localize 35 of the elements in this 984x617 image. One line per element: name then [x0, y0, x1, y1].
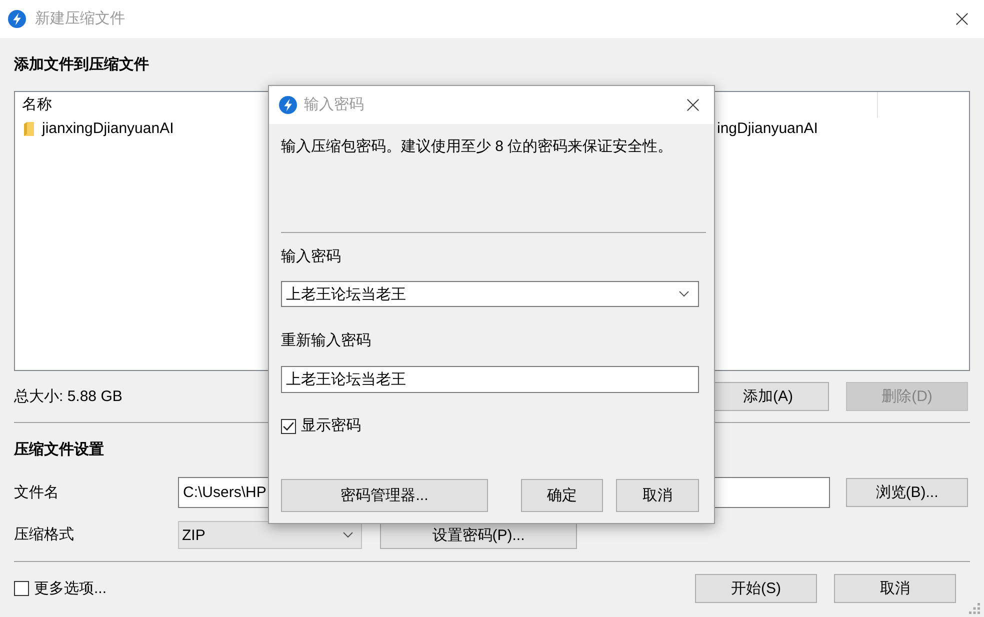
checkbox-label[interactable]: 显示密码: [301, 416, 361, 436]
field-label: 压缩格式: [14, 525, 74, 545]
dialog-title: 输入密码: [304, 95, 364, 115]
checkmark-icon: [283, 422, 294, 430]
chevron-down-icon: [343, 532, 353, 538]
cancel-button[interactable]: 取消: [834, 574, 956, 603]
checkbox-label[interactable]: 更多选项...: [34, 578, 107, 598]
password-manager-button[interactable]: 密码管理器...: [281, 479, 488, 512]
section-heading: 压缩文件设置: [14, 440, 104, 460]
section-heading: 添加文件到压缩文件: [14, 55, 149, 75]
resize-grip-icon[interactable]: [968, 602, 980, 614]
checkbox[interactable]: [281, 418, 296, 434]
field-label: 输入密码: [281, 247, 341, 267]
close-icon[interactable]: [956, 13, 968, 25]
column-header[interactable]: 名称: [22, 95, 52, 115]
file-name-fragment: ingDjianyuanAI: [717, 119, 818, 139]
dialog-description: 输入压缩包密码。建议使用至少 8 位的密码来保证安全性。: [281, 137, 673, 157]
start-button[interactable]: 开始(S): [695, 574, 817, 603]
chevron-down-icon: [679, 291, 689, 297]
browse-button[interactable]: 浏览(B)...: [846, 478, 968, 507]
field-label: 重新输入密码: [281, 331, 371, 351]
format-dropdown[interactable]: ZIP: [178, 521, 362, 549]
lightning-bolt-icon: [279, 96, 297, 114]
password-field[interactable]: 上老王论坛当老王: [281, 366, 699, 393]
cancel-button[interactable]: 取消: [616, 479, 699, 512]
ok-button[interactable]: 确定: [521, 479, 603, 512]
window-title: 新建压缩文件: [35, 9, 125, 29]
password-combo-box[interactable]: 上老王论坛当老王: [281, 281, 699, 307]
close-icon[interactable]: [687, 99, 699, 111]
total-size-text: 总大小: 5.88 GB: [14, 386, 122, 406]
lightning-bolt-icon: [8, 10, 26, 28]
file-name: jianxingDjianyuanAI: [42, 119, 174, 139]
checkbox[interactable]: [14, 581, 29, 596]
field-label: 文件名: [14, 482, 59, 502]
folder-icon: [24, 122, 34, 136]
